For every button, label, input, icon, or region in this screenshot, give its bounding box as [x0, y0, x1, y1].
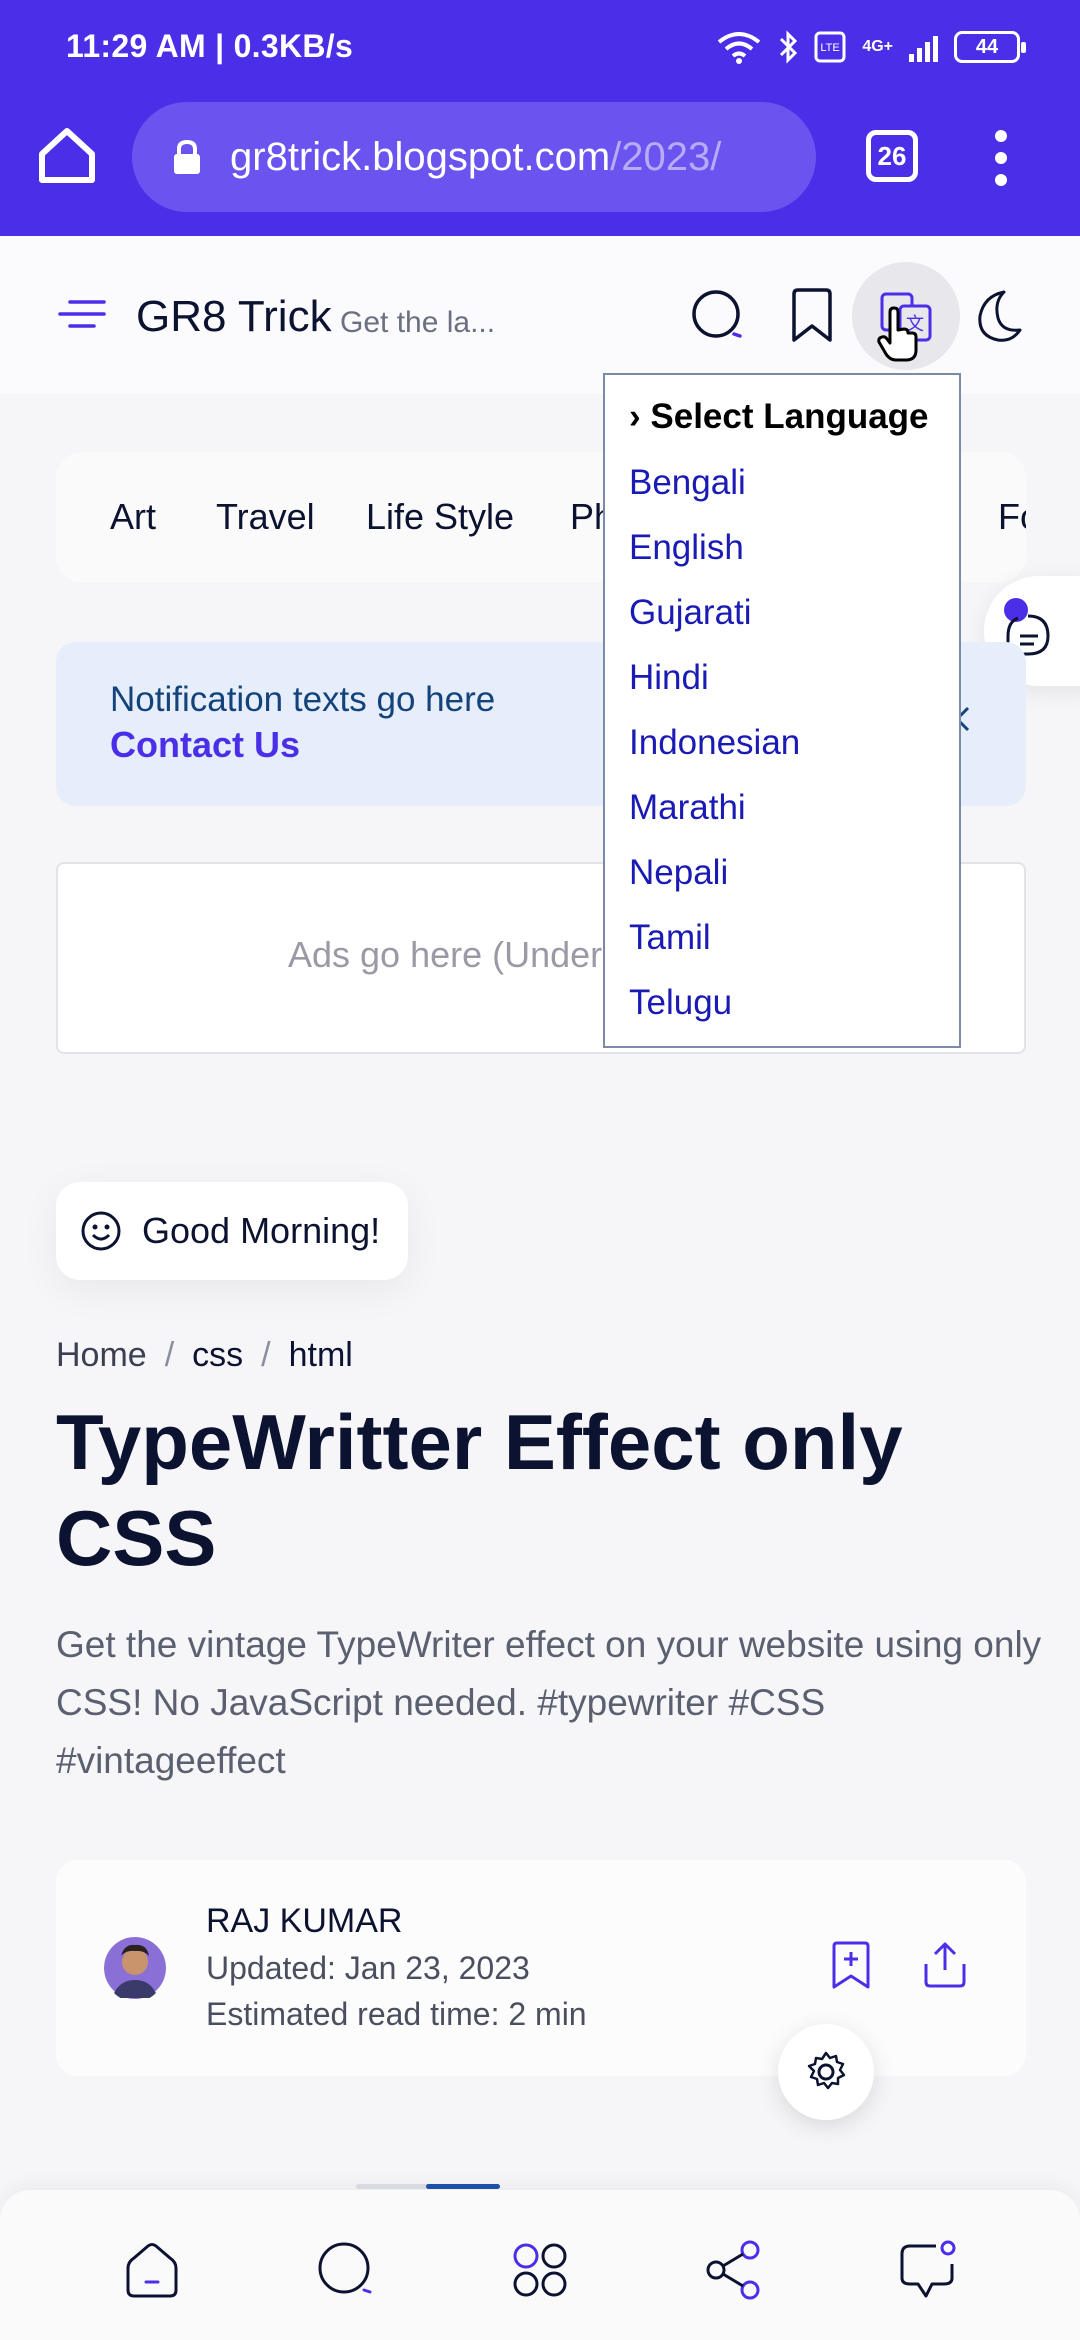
- category-partial-fo[interactable]: Fo: [998, 496, 1026, 538]
- browser-chrome: 11:29 AM | 0.3KB/s LTE 4G+ 44 gr8trick.b…: [0, 0, 1080, 236]
- site-brand[interactable]: GR8 Trick: [136, 292, 332, 342]
- wifi-icon: [718, 32, 761, 64]
- battery-level: 44: [975, 35, 999, 58]
- translate-button[interactable]: 文: [852, 262, 960, 370]
- tab-count: 26: [877, 140, 907, 171]
- language-option[interactable]: Hindi: [629, 658, 709, 698]
- search-icon[interactable]: [688, 286, 748, 346]
- share-icon[interactable]: [920, 1940, 970, 1990]
- add-bookmark-icon[interactable]: [826, 1940, 876, 1990]
- greeting-chip: Good Morning!: [56, 1182, 408, 1280]
- category-travel[interactable]: Travel: [216, 496, 315, 538]
- select-language-header: › Select Language: [629, 397, 929, 436]
- article-description: Get the vintage TypeWriter effect on you…: [56, 1624, 1042, 1781]
- article-title: TypeWritter Effect only CSS: [56, 1398, 903, 1582]
- site-header: GR8 Trick Get the la... 文: [0, 236, 1080, 394]
- bookmark-icon[interactable]: [782, 286, 842, 346]
- dark-mode-moon-icon[interactable]: [968, 286, 1028, 346]
- home-icon[interactable]: [36, 124, 98, 186]
- breadcrumb: Home / css / html: [56, 1336, 353, 1374]
- network-type: 4G+: [862, 38, 893, 55]
- url-domain: gr8trick.blogspot.com: [230, 134, 611, 179]
- settings-button[interactable]: [778, 2024, 874, 2120]
- language-option[interactable]: Bengali: [629, 463, 746, 503]
- contact-us-link[interactable]: Contact Us: [110, 724, 300, 766]
- svg-text:LTE: LTE: [821, 42, 840, 54]
- category-life-style[interactable]: Life Style: [366, 496, 514, 538]
- battery-icon: 44: [954, 31, 1026, 63]
- greeting-text: Good Morning!: [142, 1210, 381, 1251]
- avatar[interactable]: [104, 1934, 166, 2002]
- updated-date: Updated: Jan 23, 2023: [206, 1950, 530, 1986]
- nav-share-icon[interactable]: [702, 2238, 766, 2302]
- ad-text: Ads go here (Under: [288, 934, 603, 975]
- language-option[interactable]: Gujarati: [629, 593, 752, 633]
- read-time: Estimated read time: 2 min: [206, 1996, 587, 2032]
- language-option[interactable]: Nepali: [629, 853, 728, 893]
- overflow-menu-icon[interactable]: [990, 130, 1012, 186]
- nav-search-icon[interactable]: [314, 2238, 378, 2302]
- status-time: 11:29 AM | 0.3KB/s: [66, 28, 354, 64]
- url-text: gr8trick.blogspot.com/2023/: [230, 135, 721, 180]
- address-bar[interactable]: gr8trick.blogspot.com/2023/: [132, 102, 816, 212]
- site-tagline: Get the la...: [340, 306, 496, 339]
- status-bar: 11:29 AM | 0.3KB/s LTE 4G+ 44: [0, 0, 1080, 100]
- breadcrumb-css[interactable]: css: [192, 1336, 243, 1374]
- smiley-icon: [81, 1211, 121, 1251]
- breadcrumb-home[interactable]: Home: [56, 1336, 147, 1374]
- hand-pointer-icon: [877, 306, 918, 362]
- breadcrumb-html[interactable]: html: [289, 1336, 353, 1374]
- category-art[interactable]: Art: [110, 496, 156, 538]
- author-card: RAJ KUMAR Updated: Jan 23, 2023 Estimate…: [56, 1860, 1026, 2076]
- url-path: /2023/: [610, 134, 722, 179]
- nav-comment-icon[interactable]: [896, 2238, 960, 2302]
- signal-icon: [909, 32, 938, 62]
- language-dropdown: › Select Language Bengali English Gujara…: [603, 373, 961, 1048]
- nav-grid-icon[interactable]: [508, 2238, 572, 2302]
- notification-text: Notification texts go here: [110, 680, 496, 719]
- lock-icon: [174, 139, 200, 174]
- language-option[interactable]: English: [629, 528, 744, 568]
- bluetooth-icon: [780, 30, 798, 64]
- language-option[interactable]: Telugu: [629, 983, 732, 1023]
- language-option[interactable]: Tamil: [629, 918, 711, 958]
- hamburger-menu-icon[interactable]: [58, 296, 106, 332]
- scroll-indicator: [356, 2184, 500, 2189]
- volte-icon: LTE: [814, 31, 846, 63]
- gear-icon: [807, 2051, 846, 2090]
- tabs-button[interactable]: 26: [866, 130, 918, 182]
- status-icons: LTE 4G+ 44: [716, 30, 1026, 64]
- language-option[interactable]: Marathi: [629, 788, 746, 828]
- nav-home-icon[interactable]: [120, 2238, 184, 2302]
- language-option[interactable]: Indonesian: [629, 723, 800, 763]
- author-name[interactable]: RAJ KUMAR: [206, 1902, 402, 1941]
